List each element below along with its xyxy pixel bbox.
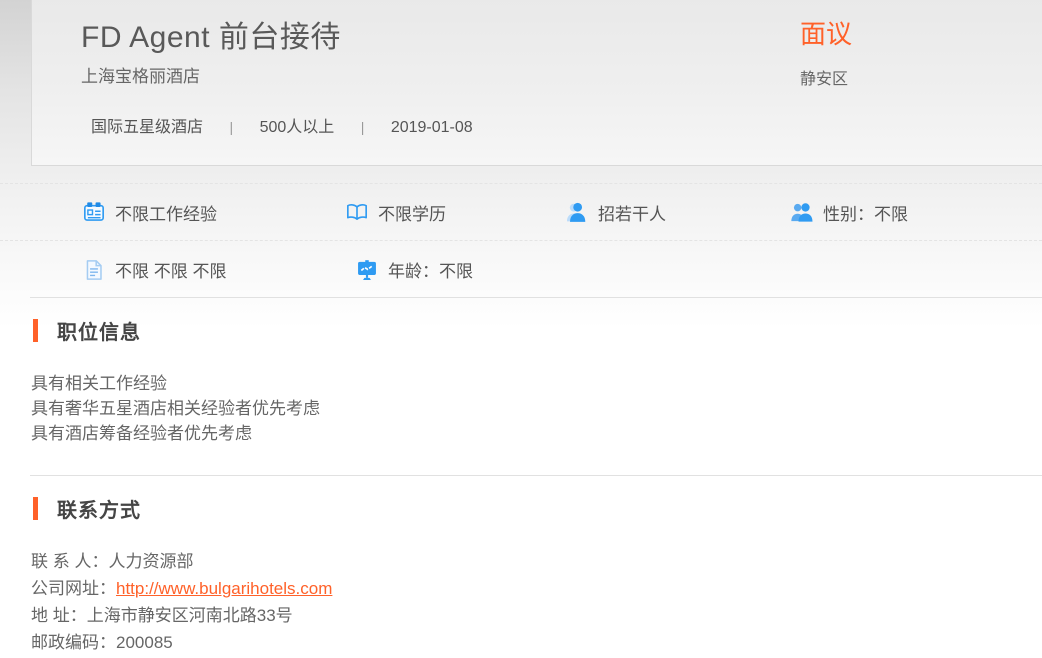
req-label: 招若干人 (598, 200, 666, 225)
req-label: 年龄：不限 (388, 257, 473, 282)
address-line: 地 址：上海市静安区河南北路33号 (31, 602, 332, 629)
req-label: 不限工作经验 (115, 200, 217, 225)
work-experience-icon (82, 200, 106, 224)
section-title: 联系方式 (57, 494, 141, 523)
postcode-value: 200085 (116, 633, 173, 652)
section-divider (30, 475, 1042, 476)
requirements-row-2: 不限 不限 不限 年龄：不限 (0, 241, 1042, 298)
company-size: 500人以上 (260, 119, 335, 136)
contact-info: 联 系 人：人力资源部 公司网址：http://www.bulgarihotel… (31, 548, 332, 656)
job-title: FD Agent 前台接待 (81, 12, 341, 56)
company-meta-row: 国际五星级酒店 | 500人以上 | 2019-01-08 (91, 113, 473, 137)
company-name: 上海宝格丽酒店 (81, 62, 200, 87)
section-divider (30, 297, 1042, 298)
req-label: 不限 不限 不限 (115, 257, 226, 282)
postcode-line: 邮政编码：200085 (31, 629, 332, 656)
salary-value: 面议 (800, 14, 852, 51)
meta-separator: | (339, 119, 387, 135)
document-icon (82, 258, 106, 282)
education-book-icon (345, 200, 369, 224)
job-detail-page: FD Agent 前台接待 上海宝格丽酒店 国际五星级酒店 | 500人以上 |… (0, 0, 1042, 658)
req-gender: 性别：不限 (790, 200, 908, 225)
address-value: 上海市静安区河南北路33号 (87, 606, 293, 625)
job-description: 具有相关工作经验 具有奢华五星酒店相关经验者优先考虑 具有酒店筹备经验者优先考虑 (31, 371, 320, 446)
requirements-row-1: 不限工作经验 不限学历 (0, 184, 1042, 241)
meta-separator: | (207, 119, 255, 135)
company-category: 国际五星级酒店 (91, 119, 203, 136)
accent-bar (33, 497, 38, 520)
req-headcount: 招若干人 (565, 200, 790, 225)
req-other: 不限 不限 不限 (82, 257, 355, 282)
postcode-label: 邮政编码： (31, 633, 116, 652)
req-education: 不限学历 (345, 200, 565, 225)
requirements-table: 不限工作经验 不限学历 (0, 183, 1042, 298)
contact-person-label: 联 系 人： (31, 552, 108, 571)
job-description-line: 具有酒店筹备经验者优先考虑 (31, 421, 320, 446)
post-date: 2019-01-08 (391, 119, 473, 136)
req-work-experience: 不限工作经验 (82, 200, 345, 225)
req-label: 不限学历 (378, 200, 446, 225)
job-description-line: 具有相关工作经验 (31, 371, 320, 396)
headcount-person-icon (565, 200, 589, 224)
job-description-line: 具有奢华五星酒店相关经验者优先考虑 (31, 396, 320, 421)
contact-person-value: 人力资源部 (108, 552, 193, 571)
job-info-section-header: 职位信息 (33, 316, 141, 345)
req-age: 年龄：不限 (355, 257, 473, 282)
req-label: 性别：不限 (823, 200, 908, 225)
accent-bar (33, 319, 38, 342)
contact-section-header: 联系方式 (33, 494, 141, 523)
gender-people-icon (790, 200, 814, 224)
website-label: 公司网址： (31, 579, 116, 598)
company-website-link[interactable]: http://www.bulgarihotels.com (116, 579, 332, 598)
contact-person-line: 联 系 人：人力资源部 (31, 548, 332, 575)
section-title: 职位信息 (57, 316, 141, 345)
age-board-icon (355, 258, 379, 282)
job-header-card: FD Agent 前台接待 上海宝格丽酒店 国际五星级酒店 | 500人以上 |… (31, 0, 1042, 166)
website-line: 公司网址：http://www.bulgarihotels.com (31, 575, 332, 602)
district-value: 静安区 (800, 65, 848, 89)
address-label: 地 址： (31, 606, 87, 625)
